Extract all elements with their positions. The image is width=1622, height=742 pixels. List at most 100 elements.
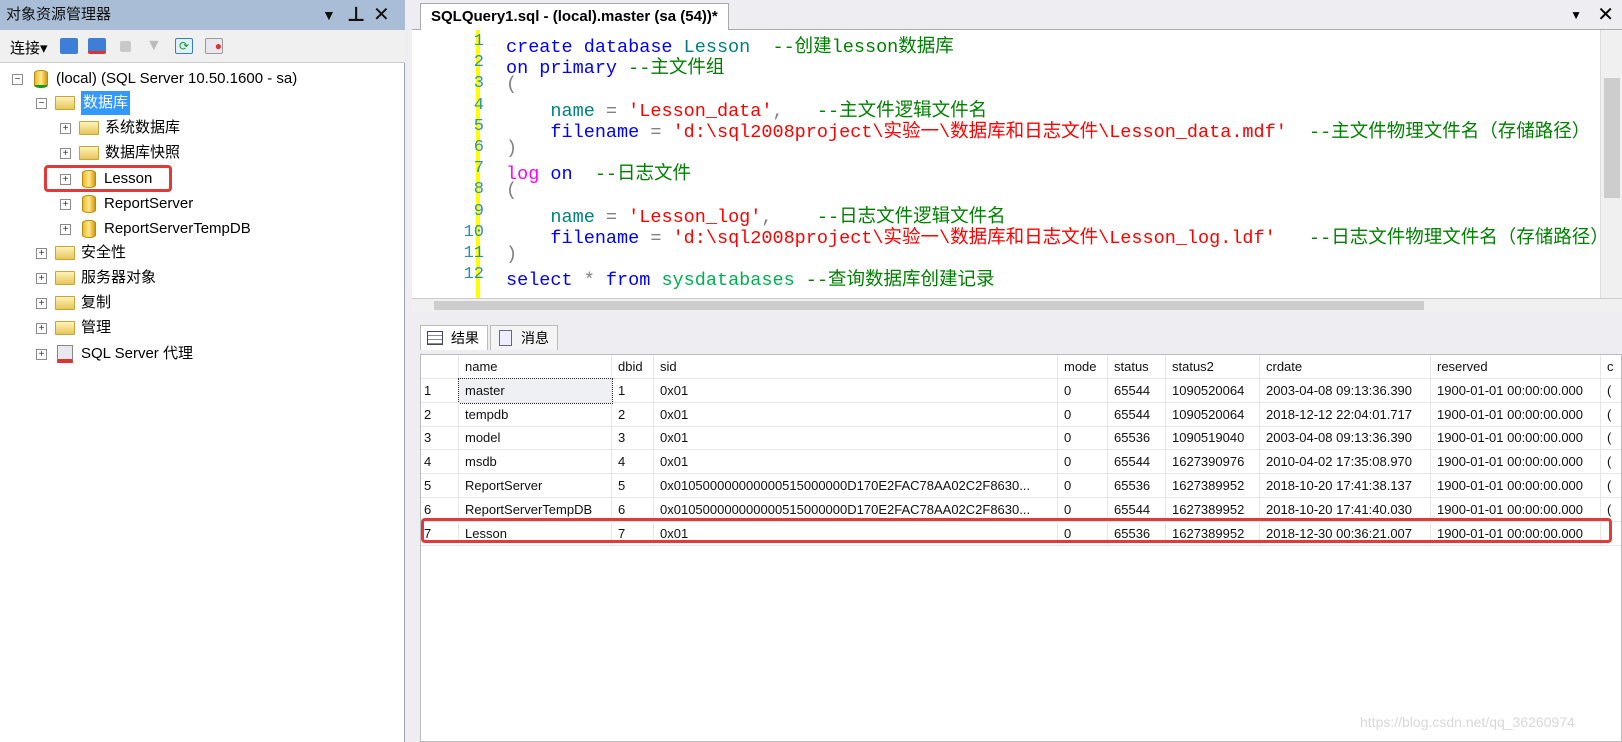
grid-cell[interactable]: msdb — [459, 450, 612, 475]
expand-icon[interactable]: + — [36, 297, 47, 309]
grid-cell[interactable]: 1900-01-01 00:00:00.000 — [1431, 378, 1601, 403]
column-header[interactable] — [421, 355, 459, 379]
expand-icon[interactable]: + — [60, 223, 71, 235]
grid-cell[interactable]: 0 — [1058, 474, 1108, 498]
grid-cell[interactable]: 2003-04-08 09:13:36.390 — [1260, 378, 1431, 403]
close-icon[interactable]: ✕ — [373, 0, 390, 30]
grid-cell[interactable]: 0 — [1058, 426, 1108, 451]
column-header[interactable]: sid — [654, 355, 1058, 379]
column-header[interactable]: name — [459, 355, 612, 379]
column-header[interactable]: status — [1108, 355, 1166, 379]
grid-cell[interactable]: 3 — [612, 426, 654, 451]
column-header[interactable]: reserved — [1431, 355, 1601, 379]
grid-cell[interactable]: 1627389952 — [1166, 474, 1260, 498]
grid-cell[interactable]: 2010-04-02 17:35:08.970 — [1260, 450, 1431, 475]
editor-vertical-scrollbar[interactable] — [1600, 30, 1622, 298]
grid-cell[interactable]: 3 — [421, 426, 459, 451]
grid-cell[interactable]: 1627390976 — [1166, 450, 1260, 475]
grid-cell[interactable]: tempdb — [459, 402, 612, 427]
grid-cell[interactable]: master — [458, 377, 613, 404]
grid-cell[interactable]: 5 — [612, 474, 654, 498]
grid-cell[interactable]: 2018-12-12 22:04:01.717 — [1260, 402, 1431, 427]
expand-icon[interactable]: + — [36, 322, 47, 334]
grid-cell[interactable]: model — [459, 426, 612, 451]
grid-cell[interactable]: ( — [1601, 379, 1621, 403]
grid-cell[interactable]: 0x01 — [654, 378, 1058, 403]
expand-icon[interactable]: + — [36, 348, 47, 360]
expand-icon[interactable]: + — [60, 198, 71, 210]
stop-activity-icon[interactable]: ● — [205, 38, 223, 54]
expand-icon[interactable]: + — [60, 147, 71, 159]
grid-cell[interactable]: 0x01 — [654, 450, 1058, 475]
tab-messages[interactable]: 消息 — [490, 325, 558, 350]
tree-node[interactable]: + ReportServer — [60, 192, 193, 216]
grid-cell[interactable]: 1090519040 — [1166, 426, 1260, 451]
scroll-thumb[interactable] — [434, 301, 1424, 310]
tree-node[interactable]: + 服务器对象 — [36, 266, 156, 290]
grid-cell[interactable]: 1090520064 — [1166, 378, 1260, 403]
grid-cell[interactable]: 0 — [1058, 378, 1108, 403]
grid-cell[interactable]: ( — [1601, 403, 1621, 427]
grid-cell[interactable]: 65536 — [1108, 474, 1166, 498]
connect-button[interactable]: 连接▾ — [10, 37, 48, 58]
column-header[interactable]: mode — [1058, 355, 1108, 379]
column-header[interactable]: status2 — [1166, 355, 1260, 379]
tree-node[interactable]: + 数据库快照 — [60, 141, 180, 165]
grid-cell[interactable]: 65544 — [1108, 450, 1166, 475]
collapse-icon[interactable]: − — [12, 73, 23, 85]
tree-node[interactable]: + 安全性 — [36, 241, 126, 265]
refresh-icon[interactable]: ⟳ — [175, 38, 193, 54]
grid-cell[interactable]: ( — [1601, 474, 1621, 498]
tab-dropdown-icon[interactable]: ▼ — [1570, 8, 1582, 22]
tree-node[interactable]: + SQL Server 代理 — [36, 342, 193, 366]
grid-cell[interactable]: 4 — [612, 450, 654, 475]
connect-server-icon[interactable] — [60, 38, 78, 54]
tree-node[interactable]: + ReportServerTempDB — [60, 217, 251, 241]
grid-cell[interactable]: ( — [1601, 426, 1621, 451]
disconnect-icon[interactable] — [88, 38, 106, 54]
tab-results[interactable]: 结果 — [420, 325, 488, 350]
column-header[interactable]: c — [1601, 355, 1621, 379]
grid-cell[interactable]: 4 — [421, 450, 459, 475]
grid-cell[interactable]: 1 — [612, 378, 654, 403]
filter-icon[interactable]: ▼ — [146, 38, 164, 54]
grid-cell[interactable]: 1900-01-01 00:00:00.000 — [1431, 402, 1601, 427]
grid-cell[interactable]: 2 — [421, 402, 459, 427]
sql-editor[interactable]: 1 create database Lesson --创建lesson数据库 2 on… — [412, 30, 1622, 298]
tree-node[interactable]: + 复制 — [36, 291, 111, 315]
scroll-thumb[interactable] — [1604, 78, 1620, 198]
grid-cell[interactable]: 0x01 — [654, 402, 1058, 427]
grid-cell[interactable]: ReportServer — [459, 474, 612, 498]
expand-icon[interactable]: + — [60, 122, 71, 134]
grid-cell[interactable]: 0 — [1058, 402, 1108, 427]
grid-cell[interactable]: 1 — [421, 378, 459, 403]
grid-cell[interactable]: 2018-10-20 17:41:38.137 — [1260, 474, 1431, 498]
collapse-icon[interactable]: − — [36, 97, 47, 109]
grid-cell[interactable]: 0x01 — [654, 426, 1058, 451]
expand-icon[interactable]: + — [36, 247, 47, 259]
grid-cell[interactable]: 1900-01-01 00:00:00.000 — [1431, 450, 1601, 475]
grid-cell[interactable]: ( — [1601, 450, 1621, 475]
grid-cell[interactable]: 65536 — [1108, 426, 1166, 451]
column-header[interactable]: crdate — [1260, 355, 1431, 379]
tree-node[interactable]: − (local) (SQL Server 10.50.1600 - sa) — [12, 67, 297, 91]
editor-horizontal-scrollbar[interactable] — [412, 298, 1622, 312]
tab-sqlquery1[interactable]: SQLQuery1.sql - (local).master (sa (54))… — [420, 3, 729, 30]
grid-cell[interactable]: 0x010500000000000515000000D170E2FAC78AA0… — [654, 474, 1058, 498]
expand-icon[interactable]: + — [36, 272, 47, 284]
grid-cell[interactable]: 2 — [612, 402, 654, 427]
results-grid[interactable]: name dbid sid mode status status2 crdate reserv… — [420, 354, 1622, 742]
grid-cell[interactable]: 0 — [1058, 450, 1108, 475]
grid-cell[interactable]: 5 — [421, 474, 459, 498]
grid-cell[interactable]: 1900-01-01 00:00:00.000 — [1431, 474, 1601, 498]
close-tab-icon[interactable]: ✕ — [1597, 2, 1614, 27]
grid-cell[interactable]: 1900-01-01 00:00:00.000 — [1431, 426, 1601, 451]
dropdown-icon[interactable]: ▼ — [322, 0, 336, 30]
tree-node[interactable]: + 管理 — [36, 316, 111, 340]
pin-icon[interactable]: ⊥ — [347, 0, 365, 30]
tree-node[interactable]: + 系统数据库 — [60, 116, 180, 140]
grid-cell[interactable]: 65544 — [1108, 378, 1166, 403]
column-header[interactable]: dbid — [612, 355, 654, 379]
grid-cell[interactable]: 2003-04-08 09:13:36.390 — [1260, 426, 1431, 451]
grid-cell[interactable]: 65544 — [1108, 402, 1166, 427]
